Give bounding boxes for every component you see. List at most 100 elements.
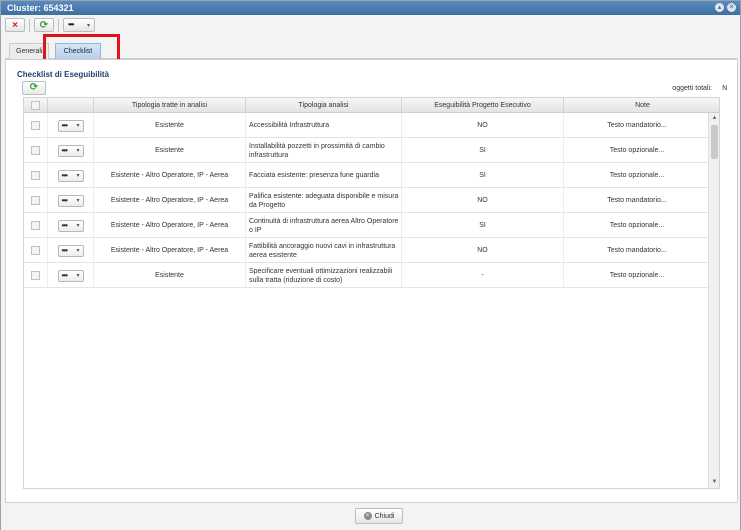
row-actions-cell: ••• ▾ — [48, 163, 94, 188]
more-dots-icon: ••• — [61, 195, 68, 205]
section-title: Checklist di Eseguibilità — [17, 70, 110, 79]
close-window-icon[interactable]: ✕ — [727, 3, 736, 12]
cell-note[interactable]: Testo opzionale... — [564, 138, 710, 163]
more-dots-icon: ••• — [61, 245, 68, 255]
chevron-down-icon: ▾ — [76, 273, 80, 279]
toolbar-divider — [29, 18, 30, 32]
row-actions-dropdown[interactable]: ••• ▾ — [57, 169, 84, 182]
cell-note[interactable]: Testo opzionale... — [564, 263, 710, 288]
row-checkbox[interactable] — [31, 196, 40, 205]
row-actions-dropdown[interactable]: ••• ▾ — [57, 119, 84, 132]
grid-refresh-button[interactable]: ⟳ — [22, 81, 46, 95]
more-dots-icon: ••• — [61, 170, 68, 180]
table-row[interactable]: ••• ▾ Esistente - Altro Operatore, IP - … — [24, 163, 710, 188]
totals-label: oggetti totali: — [672, 85, 712, 92]
row-checkbox[interactable] — [31, 271, 40, 280]
row-checkbox[interactable] — [31, 171, 40, 180]
more-dots-icon: ••• — [61, 120, 68, 130]
cell-eseguibilita[interactable]: NO — [402, 113, 564, 138]
row-actions-dropdown[interactable]: ••• ▾ — [57, 219, 84, 232]
chevron-down-icon: ▾ — [86, 22, 90, 29]
grid-header: Tipologia tratte in analisi Tipologia an… — [24, 98, 719, 113]
tab-checklist[interactable]: Checklist — [55, 43, 101, 59]
cell-tipologia-tratte: Esistente - Altro Operatore, IP - Aerea — [94, 213, 246, 238]
header-select-all[interactable] — [24, 98, 48, 113]
table-row[interactable]: ••• ▾ Esistente - Altro Operatore, IP - … — [24, 188, 710, 213]
row-checkbox[interactable] — [31, 246, 40, 255]
more-dots-icon: ••• — [61, 270, 68, 280]
row-select-cell — [24, 263, 48, 288]
cell-eseguibilita[interactable]: NO — [402, 238, 564, 263]
cell-eseguibilita[interactable]: NO — [402, 188, 564, 213]
row-checkbox[interactable] — [31, 146, 40, 155]
cell-tipologia-tratte: Esistente - Altro Operatore, IP - Aerea — [94, 163, 246, 188]
more-dots-icon: ••• — [61, 220, 68, 230]
grid-scrollbar[interactable]: ▲ ▼ — [708, 113, 719, 488]
refresh-button[interactable]: ⟳ — [34, 18, 54, 32]
more-actions-dropdown[interactable]: ••• ▾ — [63, 18, 95, 32]
cell-eseguibilita[interactable]: - — [402, 263, 564, 288]
row-checkbox[interactable] — [31, 221, 40, 230]
window-titlebar[interactable]: Cluster: 654321 ▴ ✕ — [1, 1, 740, 15]
tab-bar: Generali Checklist — [5, 41, 737, 59]
table-row[interactable]: ••• ▾ Esistente - Altro Operatore, IP - … — [24, 238, 710, 263]
close-button[interactable]: × Chiudi — [355, 508, 403, 524]
cell-tipologia-analisi: Specificare eventuali ottimizzazioni rea… — [246, 263, 402, 288]
checklist-grid: Tipologia tratte in analisi Tipologia an… — [23, 97, 720, 489]
cell-tipologia-analisi: Continuità di infrastruttura aerea Altro… — [246, 213, 402, 238]
close-icon: × — [363, 512, 372, 520]
more-dots-icon: ••• — [61, 145, 68, 155]
cell-tipologia-tratte: Esistente - Altro Operatore, IP - Aerea — [94, 238, 246, 263]
cell-note[interactable]: Testo mandatorio... — [564, 113, 710, 138]
title-controls: ▴ ✕ — [715, 3, 736, 12]
scroll-up-icon[interactable]: ▲ — [710, 114, 719, 123]
table-row[interactable]: ••• ▾ Esistente Accessibilità Infrastrut… — [24, 113, 710, 138]
row-actions-dropdown[interactable]: ••• ▾ — [57, 269, 84, 282]
delete-button[interactable]: × — [5, 18, 25, 32]
cell-note[interactable]: Testo mandatorio... — [564, 188, 710, 213]
header-note[interactable]: Note — [564, 98, 719, 113]
table-row[interactable]: ••• ▾ Esistente Installabilità pozzetti … — [24, 138, 710, 163]
select-all-checkbox[interactable] — [31, 101, 40, 110]
refresh-icon: ⟳ — [39, 19, 49, 31]
cluster-dialog: Cluster: 654321 ▴ ✕ × ⟳ ••• ▾ Generali C… — [0, 0, 741, 530]
row-actions-cell: ••• ▾ — [48, 188, 94, 213]
row-actions-dropdown[interactable]: ••• ▾ — [57, 194, 84, 207]
row-select-cell — [24, 138, 48, 163]
chevron-down-icon: ▾ — [76, 223, 80, 229]
chevron-down-icon: ▾ — [76, 248, 80, 254]
cell-tipologia-tratte: Esistente — [94, 263, 246, 288]
cell-note[interactable]: Testo opzionale... — [564, 163, 710, 188]
row-actions-dropdown[interactable]: ••• ▾ — [57, 144, 84, 157]
row-actions-cell: ••• ▾ — [48, 113, 94, 138]
tab-generali[interactable]: Generali — [9, 43, 50, 59]
cell-eseguibilita[interactable]: SI — [402, 163, 564, 188]
row-actions-dropdown[interactable]: ••• ▾ — [57, 244, 84, 257]
more-dots-icon: ••• — [68, 20, 74, 29]
collapse-icon[interactable]: ▴ — [715, 3, 724, 12]
window-title: Cluster: 654321 — [7, 3, 74, 13]
cell-tipologia-analisi: Accessibilità Infrastruttura — [246, 113, 402, 138]
row-checkbox[interactable] — [31, 121, 40, 130]
cell-note[interactable]: Testo mandatorio... — [564, 238, 710, 263]
table-row[interactable]: ••• ▾ Esistente - Altro Operatore, IP - … — [24, 213, 710, 238]
delete-icon: × — [12, 19, 18, 31]
row-select-cell — [24, 213, 48, 238]
scroll-thumb[interactable] — [711, 125, 718, 159]
chevron-down-icon: ▾ — [76, 148, 80, 154]
cell-tipologia-analisi: Palifica esistente: adeguata disponibile… — [246, 188, 402, 213]
header-eseguibilita[interactable]: Eseguibilità Progetto Esecutivo — [402, 98, 564, 113]
header-tipologia-analisi[interactable]: Tipologia analisi — [246, 98, 402, 113]
row-select-cell — [24, 238, 48, 263]
cell-eseguibilita[interactable]: SI — [402, 138, 564, 163]
scroll-down-icon[interactable]: ▼ — [710, 478, 719, 487]
table-row[interactable]: ••• ▾ Esistente Specificare eventuali ot… — [24, 263, 710, 288]
chevron-down-icon: ▾ — [76, 123, 80, 129]
header-tipologia-tratte[interactable]: Tipologia tratte in analisi — [94, 98, 246, 113]
row-select-cell — [24, 188, 48, 213]
row-actions-cell: ••• ▾ — [48, 138, 94, 163]
cell-eseguibilita[interactable]: SI — [402, 213, 564, 238]
cell-note[interactable]: Testo opzionale... — [564, 213, 710, 238]
chevron-down-icon: ▾ — [76, 173, 80, 179]
cell-tipologia-analisi: Facciata esistente: presenza fune guardi… — [246, 163, 402, 188]
